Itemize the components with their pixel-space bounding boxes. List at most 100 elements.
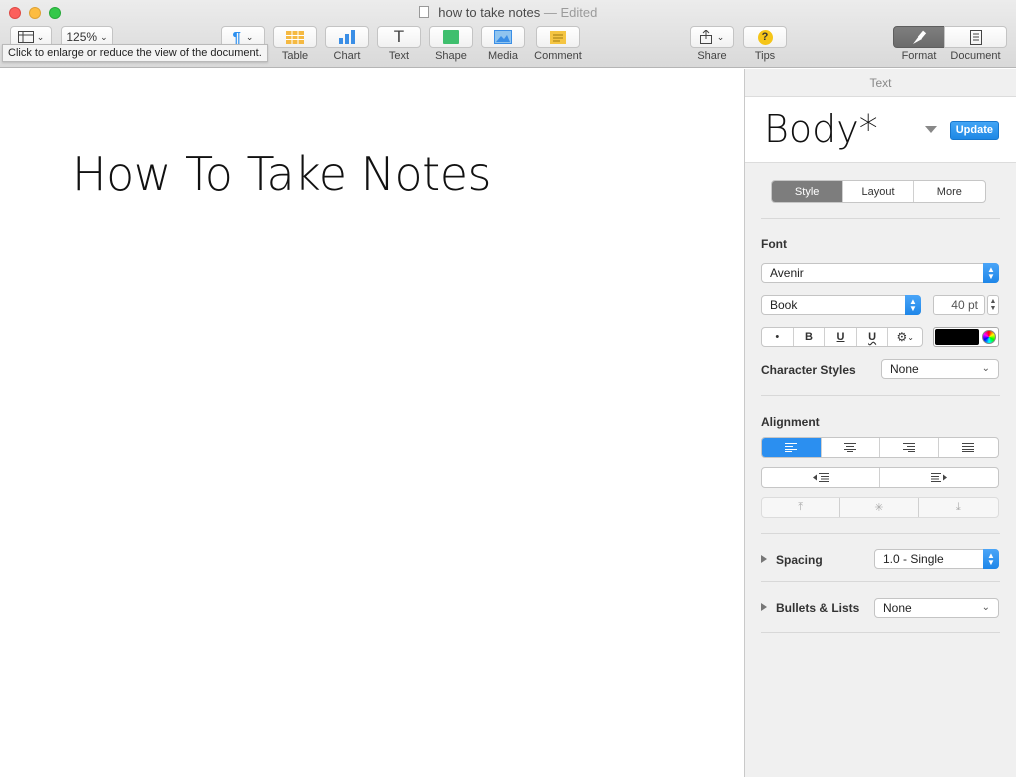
chart-icon [339,30,355,44]
text-format-buttons: • B U U ⚙ ⌄ [761,327,923,347]
document-name: how to take notes [438,5,541,20]
typeface-value: Book [770,298,798,312]
spacing-label[interactable]: Spacing [776,553,823,567]
align-bottom-icon: ⤓ [955,501,961,513]
table-icon [286,30,304,44]
style-menu-arrow-icon[interactable] [925,126,937,133]
spacing-disclosure-icon[interactable] [761,555,767,563]
tab-layout[interactable]: Layout [843,181,914,202]
align-bottom-button: ⤓ [919,498,998,517]
paragraph-style-row[interactable]: Body* Update [745,97,1016,163]
divider [761,533,1000,534]
decrease-indent-icon [812,473,829,482]
chevron-down-icon: ⌄ [981,602,990,613]
comment-label: Comment [534,50,582,62]
zoom-tooltip: Click to enlarge or reduce the view of t… [2,44,268,62]
document-heading[interactable]: How To Take Notes [72,147,491,201]
pages-window: how to take notes — Edited ⌄ 125% ⌄ ¶ ⌄ … [0,0,1016,777]
alignment-buttons [761,437,999,458]
align-left-icon [785,443,798,452]
updown-arrows-icon: ▲ ▼ [905,295,921,315]
comment-button[interactable] [536,26,580,48]
format-button[interactable] [893,26,945,48]
media-button[interactable] [481,26,525,48]
bullets-lists-select[interactable]: None ⌄ [874,598,999,618]
divider [761,632,1000,633]
format-label: Format [901,50,937,62]
character-styles-select[interactable]: None ⌄ [881,359,999,379]
table-button[interactable] [273,26,317,48]
edited-status: Edited [560,5,598,20]
divider [761,581,1000,582]
updown-arrows-icon: ▲ ▼ [983,549,999,569]
vertical-alignment-buttons: ⤒ ✳ ⤓ [761,497,999,518]
font-size-stepper[interactable]: ▲ ▼ [987,295,999,315]
chart-label: Chart [333,50,361,62]
underline-button[interactable]: U [825,328,857,346]
tab-more[interactable]: More [914,181,985,202]
share-icon [699,30,712,44]
text-button[interactable]: T [377,26,421,48]
align-center-button[interactable] [822,438,880,457]
document-canvas[interactable]: How To Take Notes [0,69,744,777]
updown-arrows-icon: ▲ ▼ [983,263,999,283]
font-family-select[interactable]: Avenir ▲ ▼ [761,263,999,283]
text-icon: T [393,27,405,46]
document-button[interactable] [944,26,1007,48]
spacing-select[interactable]: 1.0 - Single ▲ ▼ [874,549,999,569]
align-middle-button: ✳ [840,498,919,517]
spacing-value: 1.0 - Single [883,552,944,566]
share-label: Share [697,50,727,62]
sidebar-tabs: Style Layout More [771,180,986,203]
tips-label: Tips [754,50,776,62]
decrease-indent-button[interactable] [762,468,880,487]
justify-button[interactable] [939,438,998,457]
chevron-down-icon: ⌄ [716,31,725,42]
question-icon: ? [757,29,773,45]
media-label: Media [488,50,518,62]
table-label: Table [281,50,309,62]
chart-button[interactable] [325,26,369,48]
font-family-value: Avenir [770,266,804,280]
align-left-button[interactable] [762,438,822,457]
align-middle-icon: ✳ [874,502,884,514]
bullets-disclosure-icon[interactable] [761,603,767,611]
strikethrough-button[interactable]: U [857,328,889,346]
tips-button[interactable]: ? [743,26,787,48]
document-label: Document [950,50,1001,62]
color-wheel-icon[interactable] [982,330,996,344]
alignment-section-label: Alignment [761,415,820,429]
text-options-gear-button[interactable]: ⚙ ⌄ [888,328,922,346]
chevron-down-icon: ⌄ [36,31,45,42]
paragraph-style-name[interactable]: Body* [764,107,878,151]
justify-icon [962,443,975,452]
align-right-button[interactable] [880,438,939,457]
chevron-down-icon: ⌄ [981,363,990,374]
text-color-swatch[interactable] [935,329,979,345]
divider [761,218,1000,219]
bold-button[interactable]: B [794,328,826,346]
character-styles-label: Character Styles [761,363,856,377]
format-sidebar: Text Body* Update Style Layout More Font… [744,69,1016,777]
zoom-value: 125% [66,30,98,44]
typeface-select[interactable]: Book ▲ ▼ [761,295,921,315]
increase-indent-button[interactable] [880,468,998,487]
text-color-well[interactable] [933,327,999,347]
bullets-lists-label[interactable]: Bullets & Lists [776,601,859,615]
divider [761,395,1000,396]
share-button[interactable]: ⌄ [690,26,734,48]
document-icon [969,29,982,45]
document-icon [418,6,429,18]
update-button[interactable]: Update [949,121,999,140]
sidebar-view-icon [17,31,34,43]
text-label: Text [388,50,410,62]
media-icon [494,30,512,44]
font-section-label: Font [761,237,787,251]
shape-button[interactable] [429,26,473,48]
format-options-button[interactable]: • [762,328,794,346]
align-top-icon: ⤒ [798,501,804,513]
align-top-button: ⤒ [762,498,841,517]
font-size-field[interactable]: 40 pt [933,295,985,315]
align-center-icon [844,443,857,452]
tab-style[interactable]: Style [772,181,844,202]
